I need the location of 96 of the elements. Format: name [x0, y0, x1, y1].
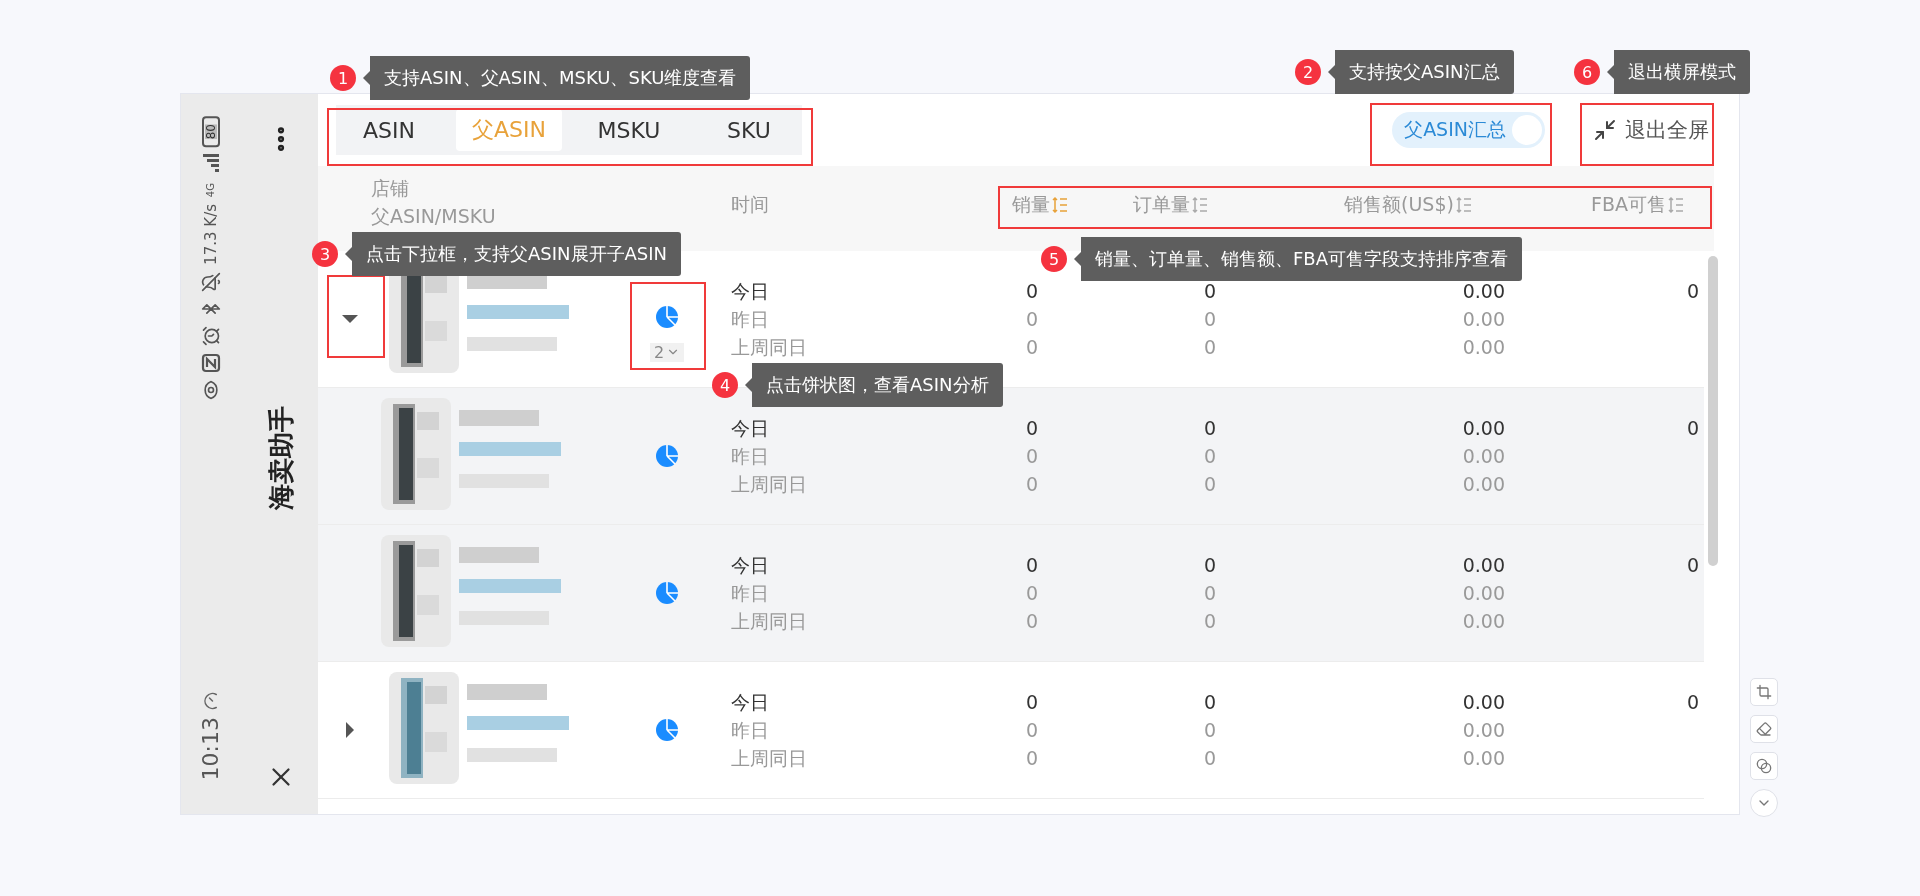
sort-icon: [1192, 196, 1208, 214]
table-cell-text: 0: [1686, 279, 1699, 304]
network-speed: 17.3 K/s: [203, 204, 219, 266]
expand-button[interactable]: [1750, 789, 1778, 817]
tab[interactable]: MSKU: [576, 109, 682, 151]
scrollbar[interactable]: [1708, 256, 1718, 566]
overlapping-circles-icon: [1756, 758, 1772, 774]
crop-button[interactable]: [1750, 678, 1778, 706]
app-title: 海卖助手: [267, 406, 294, 510]
table-cell-text: 0.00: [1462, 307, 1505, 332]
table-cell-text: 0: [1203, 279, 1216, 304]
period-label: 昨日: [731, 444, 769, 469]
table-cell-text: 0: [1203, 444, 1216, 469]
network-type: 4G: [206, 183, 216, 198]
period-label: 上周同日: [731, 746, 807, 771]
annotation-tooltip: 支持ASIN、父ASIN、MSKU、SKU维度查看: [362, 56, 751, 100]
table-cell-text: 0: [1025, 581, 1038, 606]
table-cell-text: 0: [1203, 472, 1216, 497]
table-cell-text: 0: [1203, 416, 1216, 441]
table-cell-text: 0.00: [1462, 279, 1505, 304]
annotation-tooltip: 点击饼状图，查看ASIN分析: [744, 363, 1003, 407]
eraser-button[interactable]: [1750, 715, 1778, 743]
battery-level: 80: [202, 116, 220, 148]
column-header: 时间: [731, 192, 769, 217]
table-cell-text: 0.00: [1462, 553, 1505, 578]
annotation-tooltip: 点击下拉框，支持父ASIN展开子ASIN: [344, 232, 682, 276]
exit-fullscreen-button[interactable]: 退出全屏: [1593, 116, 1709, 144]
blend-button[interactable]: [1750, 752, 1778, 780]
table-cell-text: 0: [1025, 690, 1038, 715]
eraser-icon: [1756, 721, 1772, 737]
table-cell-text: 0.00: [1462, 581, 1505, 606]
table-cell-text: 0: [1025, 609, 1038, 634]
table-cell-text: 0: [1686, 690, 1699, 715]
gauge-icon: [202, 691, 220, 710]
table-cell-text: 0: [1686, 416, 1699, 441]
period-label: 昨日: [731, 581, 769, 606]
annotation-tooltip: 退出横屏模式: [1606, 50, 1750, 94]
table-cell-text: 0.00: [1462, 444, 1505, 469]
table-cell-text: 0: [1025, 553, 1038, 578]
column-header: 父ASIN/MSKU: [371, 204, 497, 229]
step-number: 2: [1295, 59, 1321, 85]
table-cell-text: 0: [1203, 581, 1216, 606]
table-cell-text: 0.00: [1462, 335, 1505, 360]
table-cell-text: 0.00: [1462, 472, 1505, 497]
tab[interactable]: ASIN: [336, 109, 442, 151]
annotation-tooltip: 支持按父ASIN汇总: [1327, 50, 1514, 94]
nfc-icon: [201, 353, 221, 374]
period-label: 昨日: [731, 718, 769, 743]
table-cell-text: 0: [1025, 472, 1038, 497]
table-cell-text: 0: [1203, 690, 1216, 715]
table-cell-text: 0: [1686, 553, 1699, 578]
clock-time: 10:13: [200, 716, 222, 780]
table-cell-text: 0: [1025, 746, 1038, 771]
eye-icon: [201, 380, 221, 401]
period-label: 昨日: [731, 307, 769, 332]
table-row[interactable]: 今日 昨日 上周同日 0 0 0 0 0 0 0.00 0.00 0.00 0: [318, 525, 1704, 662]
table-cell-text: 0: [1203, 609, 1216, 634]
pie-chart-icon[interactable]: [655, 304, 679, 329]
table-cell-text: 0: [1203, 307, 1216, 332]
alarm-icon: [201, 326, 221, 347]
annotation-tooltip: 销量、订单量、销售额、FBA可售字段支持排序查看: [1073, 237, 1522, 281]
sort-icon: [1668, 196, 1684, 214]
crop-icon: [1756, 684, 1772, 700]
period-label: 上周同日: [731, 472, 807, 497]
table-cell-text: 0.00: [1462, 416, 1505, 441]
pie-chart-icon[interactable]: [655, 718, 679, 742]
minimize-icon: [1593, 118, 1617, 142]
table-cell-text: 0: [1025, 307, 1038, 332]
sort-icon: [1455, 196, 1472, 214]
period-label: 今日: [731, 416, 769, 441]
period-label: 今日: [731, 279, 769, 304]
period-label: 今日: [731, 690, 769, 715]
step-number: 1: [330, 65, 356, 91]
table-cell-text: 0.00: [1462, 718, 1505, 743]
tab[interactable]: SKU: [696, 109, 802, 151]
table-cell-text: 0: [1025, 335, 1038, 360]
sort-icon: [1052, 196, 1068, 214]
bell-off-icon: [201, 272, 221, 293]
period-label: 今日: [731, 553, 769, 578]
pie-chart-icon[interactable]: [655, 581, 679, 605]
step-number: 6: [1574, 59, 1600, 85]
table-cell-text: 0: [1025, 416, 1038, 441]
table-cell-text: 0: [1025, 444, 1038, 469]
pie-chart-icon[interactable]: [655, 444, 679, 468]
table-cell-text: 0: [1025, 279, 1038, 304]
period-label: 上周同日: [731, 609, 807, 634]
table-cell-text: 0: [1025, 718, 1038, 743]
table-cell-text: 0.00: [1462, 746, 1505, 771]
table-cell-text: 0: [1203, 553, 1216, 578]
table-cell-text: 0.00: [1462, 609, 1505, 634]
table-cell-text: 0: [1203, 746, 1216, 771]
column-header: 店铺: [371, 176, 410, 201]
table-cell-text: 0.00: [1462, 690, 1505, 715]
table-cell-text: 0: [1203, 335, 1216, 360]
table-cell-text: 0: [1203, 718, 1216, 743]
period-label: 上周同日: [731, 335, 807, 360]
